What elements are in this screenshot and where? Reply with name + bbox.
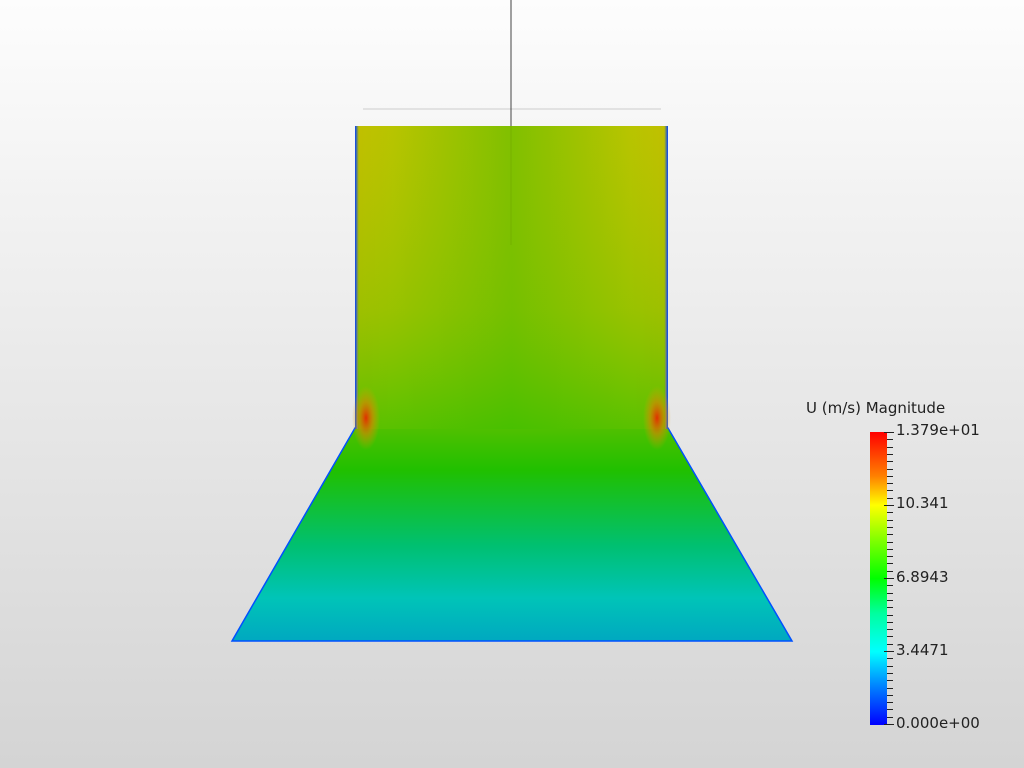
high-velocity-right: [643, 386, 671, 450]
legend-tick: [887, 439, 893, 441]
legend-tick: [887, 453, 893, 455]
legend-tick: [887, 599, 893, 601]
legend-tick: [887, 563, 893, 565]
legend-tick: [887, 475, 893, 477]
legend-tick: [887, 716, 893, 718]
legend-tick: [887, 621, 893, 623]
legend-tick: [887, 592, 893, 594]
legend-tick: [887, 534, 893, 536]
legend-tick: [884, 651, 894, 652]
legend-tick: [884, 432, 894, 433]
legend-tick: [887, 461, 893, 463]
legend-tick: [887, 665, 893, 667]
legend-tick: [887, 512, 893, 514]
legend-tick: [884, 505, 894, 506]
legend-tick: [887, 570, 893, 572]
legend-label-3: 6.8943: [896, 568, 949, 586]
legend-tick: [887, 709, 893, 711]
legend-tick: [887, 541, 893, 543]
legend-tick: [887, 702, 893, 704]
legend-label-2: 10.341: [896, 494, 949, 512]
legend-tick: [887, 607, 893, 609]
legend-tick: [887, 446, 893, 448]
legend-tick: [887, 694, 893, 696]
legend-label-4: 3.4471: [896, 641, 949, 659]
high-velocity-left: [352, 386, 380, 450]
legend-tick: [887, 526, 893, 528]
legend-tick: [884, 724, 894, 725]
legend-tick: [887, 556, 893, 558]
legend-title: U (m/s) Magnitude: [806, 399, 946, 417]
legend-tick: [887, 468, 893, 470]
legend-tick: [887, 629, 893, 631]
legend-tick: [887, 614, 893, 616]
legend-tick: [887, 490, 893, 492]
legend-tick: [887, 658, 893, 660]
legend-label-min: 0.000e+00: [896, 714, 980, 732]
legend-tick: [887, 585, 893, 587]
legend-tick: [887, 636, 893, 638]
legend-tick: [887, 497, 893, 499]
legend-tick: [887, 680, 893, 682]
legend-label-max: 1.379e+01: [896, 421, 980, 439]
legend-tick: [887, 519, 893, 521]
legend-tick: [884, 578, 894, 579]
legend-tick: [887, 672, 893, 674]
legend-tick: [887, 483, 893, 485]
diffuser-section: [230, 427, 794, 642]
legend-tick: [887, 548, 893, 550]
legend-tick: [887, 643, 893, 645]
legend-tick: [887, 687, 893, 689]
